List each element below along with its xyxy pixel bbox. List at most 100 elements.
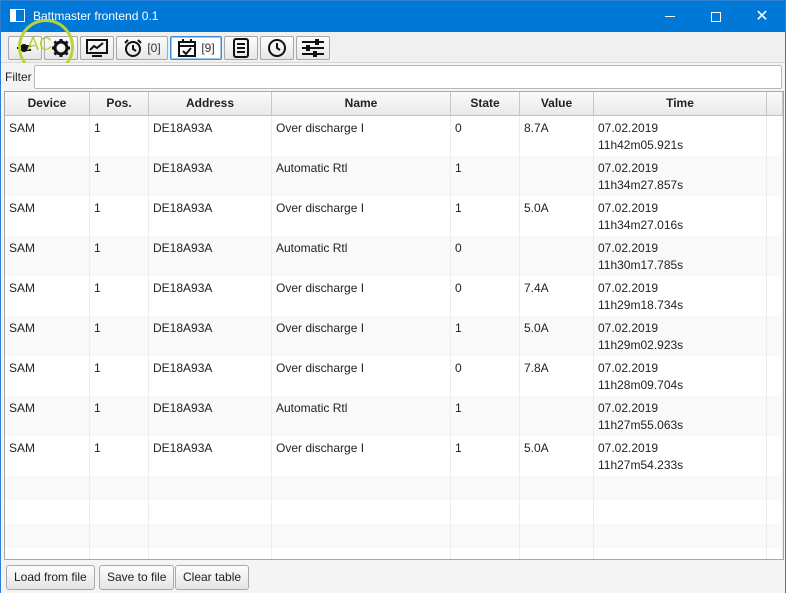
filter-row: Filter: [1, 63, 785, 91]
cell-pos: 1: [90, 356, 149, 396]
empty-table-row: [5, 524, 783, 548]
empty-cell: [767, 500, 783, 524]
cell-time-date: 07.02.2019: [598, 241, 659, 255]
calendar-check-icon: [178, 39, 197, 57]
empty-cell: [594, 548, 767, 559]
cell-time-date: 07.02.2019: [598, 441, 659, 455]
events-button[interactable]: [9]: [170, 36, 222, 60]
empty-cell: [272, 548, 451, 559]
cell-pos: 1: [90, 276, 149, 316]
cell-address: DE18A93A: [149, 316, 272, 356]
empty-cell: [520, 524, 594, 548]
filter-label: Filter: [5, 70, 32, 84]
cell-time-clock: 11h27m54.233s: [598, 458, 684, 472]
table-row[interactable]: SAM 1 DE18A93A Over discharge I 1 5.0A 07.02.2…: [5, 436, 783, 476]
table-row[interactable]: SAM 1 DE18A93A Over discharge I 1 5.0A 07.02.2…: [5, 316, 783, 356]
cell-value: [520, 156, 594, 196]
cell-value: [520, 236, 594, 276]
column-header-device[interactable]: Device: [5, 92, 90, 115]
cell-name: Over discharge I: [272, 276, 451, 316]
table-row[interactable]: SAM 1 DE18A93A Over discharge I 0 7.4A 07.02.2…: [5, 276, 783, 316]
cell-pos: 1: [90, 236, 149, 276]
table-row[interactable]: SAM 1 DE18A93A Automatic Rtl 1 07.02.2019 11h3…: [5, 156, 783, 196]
connect-button[interactable]: [8, 36, 42, 60]
column-header-state[interactable]: State: [451, 92, 520, 115]
sliders-button[interactable]: [296, 36, 330, 60]
cell-value: 8.7A: [520, 116, 594, 156]
cell-time: 07.02.2019 11h29m18.734s: [594, 276, 767, 316]
events-table: Device Pos. Address Name State Value Tim…: [4, 91, 784, 560]
save-to-file-button[interactable]: Save to file: [99, 565, 175, 590]
cell-state: 1: [451, 156, 520, 196]
cell-filler: [767, 396, 783, 436]
cell-pos: 1: [90, 156, 149, 196]
cell-address: DE18A93A: [149, 436, 272, 476]
empty-cell: [5, 500, 90, 524]
cell-value: 5.0A: [520, 436, 594, 476]
chart-button[interactable]: [80, 36, 114, 60]
title-bar: Battmaster frontend 0.1 ✕: [1, 1, 785, 32]
empty-cell: [520, 548, 594, 559]
alarm-clock-icon: [124, 39, 143, 57]
minimize-button[interactable]: [647, 1, 693, 32]
cell-filler: [767, 276, 783, 316]
app-window: Battmaster frontend 0.1 ✕ [0] [9] AC Fil…: [0, 0, 786, 593]
empty-cell: [272, 500, 451, 524]
column-header-pos[interactable]: Pos.: [90, 92, 149, 115]
alarms-button[interactable]: [0]: [116, 36, 168, 60]
empty-cell: [594, 524, 767, 548]
empty-table-row: [5, 548, 783, 559]
cell-state: 1: [451, 316, 520, 356]
cell-name: Over discharge I: [272, 316, 451, 356]
cell-time-clock: 11h30m17.785s: [598, 258, 684, 272]
cell-time-date: 07.02.2019: [598, 361, 659, 375]
alarms-count: [0]: [147, 41, 161, 55]
empty-cell: [767, 476, 783, 500]
table-row[interactable]: SAM 1 DE18A93A Automatic Rtl 0 07.02.2019 11h3…: [5, 236, 783, 276]
cell-device: SAM: [5, 116, 90, 156]
cell-pos: 1: [90, 316, 149, 356]
empty-cell: [5, 476, 90, 500]
clear-table-button[interactable]: Clear table: [175, 565, 250, 590]
table-row[interactable]: SAM 1 DE18A93A Over discharge I 1 5.0A 07.02.2…: [5, 196, 783, 236]
cell-time-date: 07.02.2019: [598, 161, 659, 175]
list-icon: [233, 38, 249, 58]
cell-state: 1: [451, 396, 520, 436]
cell-pos: 1: [90, 196, 149, 236]
table-row[interactable]: SAM 1 DE18A93A Automatic Rtl 1 07.02.2019 11h2…: [5, 396, 783, 436]
cell-device: SAM: [5, 156, 90, 196]
time-button[interactable]: [260, 36, 294, 60]
cell-pos: 1: [90, 396, 149, 436]
column-header-value[interactable]: Value: [520, 92, 594, 115]
cell-state: 0: [451, 356, 520, 396]
filter-input[interactable]: [34, 65, 782, 89]
empty-cell: [451, 548, 520, 559]
cell-state: 0: [451, 116, 520, 156]
cell-address: DE18A93A: [149, 396, 272, 436]
table-header: Device Pos. Address Name State Value Tim…: [5, 92, 783, 116]
column-header-time[interactable]: Time: [594, 92, 767, 115]
cell-name: Over discharge I: [272, 116, 451, 156]
empty-cell: [451, 524, 520, 548]
cell-value: [520, 396, 594, 436]
column-header-name[interactable]: Name: [272, 92, 451, 115]
cell-device: SAM: [5, 436, 90, 476]
load-from-file-button[interactable]: Load from file: [6, 565, 95, 590]
maximize-button[interactable]: [693, 1, 739, 32]
empty-cell: [767, 548, 783, 559]
log-button[interactable]: [224, 36, 258, 60]
cell-time: 07.02.2019 11h27m55.063s: [594, 396, 767, 436]
empty-cell: [149, 548, 272, 559]
close-button[interactable]: ✕: [739, 1, 785, 32]
cell-address: DE18A93A: [149, 356, 272, 396]
cell-filler: [767, 156, 783, 196]
cell-time-clock: 11h28m09.704s: [598, 378, 684, 392]
cell-time-date: 07.02.2019: [598, 201, 659, 215]
table-row[interactable]: SAM 1 DE18A93A Over discharge I 0 8.7A 07.02.2…: [5, 116, 783, 156]
table-row[interactable]: SAM 1 DE18A93A Over discharge I 0 7.8A 07.02.2…: [5, 356, 783, 396]
column-header-address[interactable]: Address: [149, 92, 272, 115]
cell-time-date: 07.02.2019: [598, 401, 659, 415]
cell-name: Automatic Rtl: [272, 156, 451, 196]
settings-button[interactable]: [44, 36, 78, 60]
cell-name: Over discharge I: [272, 356, 451, 396]
